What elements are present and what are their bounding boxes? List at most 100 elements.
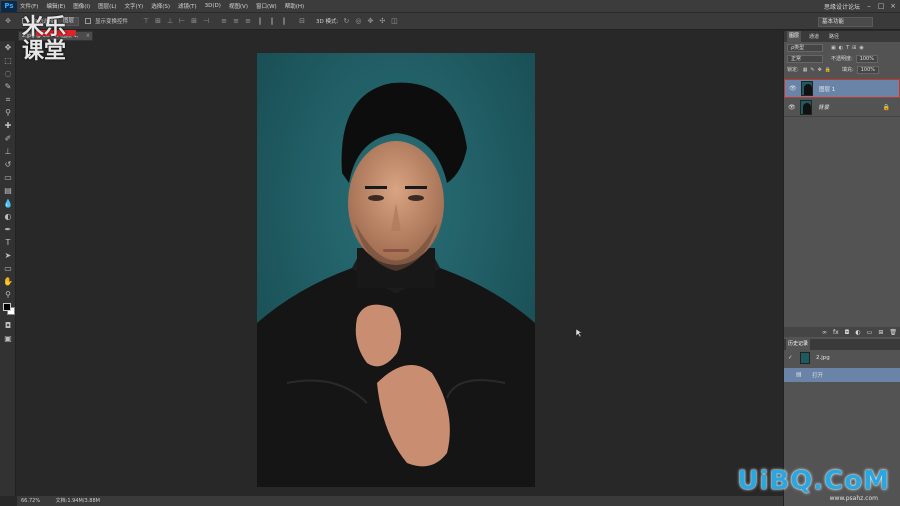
layer-row-background[interactable]: 👁 背景 🔒: [784, 98, 900, 117]
history-snapshot-row[interactable]: ✓ 2.jpg: [784, 351, 900, 365]
shape-tool-icon[interactable]: ▭: [0, 262, 16, 275]
visibility-eye-icon[interactable]: 👁: [788, 104, 796, 111]
visibility-eye-icon[interactable]: 👁: [789, 85, 797, 92]
photoshop-logo-icon[interactable]: Ps: [1, 0, 17, 12]
align-left-icon[interactable]: ⊢: [178, 17, 186, 25]
new-layer-icon[interactable]: ⊞: [878, 329, 883, 336]
layer-row-layer-1[interactable]: 👁 图层 1: [784, 79, 900, 98]
lock-icons[interactable]: ▦✎✥🔒: [803, 67, 834, 73]
eyedropper-tool-icon[interactable]: ⚲: [0, 106, 16, 119]
distribute-right-icon[interactable]: ‖: [280, 17, 288, 25]
show-transform-checkbox[interactable]: [85, 18, 92, 24]
history-state-row[interactable]: ▤ 打开: [784, 368, 900, 382]
workspace-dropdown[interactable]: 基本功能: [818, 17, 873, 27]
opacity-field[interactable]: 100%: [855, 54, 878, 63]
tab-paths[interactable]: 路径: [827, 33, 841, 40]
clone-stamp-tool-icon[interactable]: ⊥: [0, 145, 16, 158]
layer-thumbnail: [801, 81, 813, 96]
filter-icons[interactable]: ▣◐T⊞◉: [831, 45, 867, 51]
menu-type[interactable]: 文字(Y): [125, 2, 144, 10]
menu-filter[interactable]: 滤镜(T): [178, 2, 197, 10]
distribute-bottom-icon[interactable]: ≡: [244, 17, 252, 25]
menu-select[interactable]: 选择(S): [151, 2, 170, 10]
color-swatches[interactable]: [0, 301, 16, 319]
menu-3d[interactable]: 3D(D): [205, 3, 221, 9]
brand-line-1: 米乐: [22, 15, 67, 40]
layer-style-icon[interactable]: fx: [833, 329, 839, 336]
healing-brush-tool-icon[interactable]: ✚: [0, 119, 16, 132]
maximize-icon[interactable]: □: [876, 1, 886, 11]
canvas-area[interactable]: [17, 41, 783, 496]
new-group-icon[interactable]: ▭: [867, 329, 873, 336]
minimize-icon[interactable]: –: [864, 1, 874, 11]
arrow-cursor-icon: [575, 328, 583, 338]
blend-mode-dropdown[interactable]: 正常: [787, 54, 823, 63]
distribute-top-icon[interactable]: ≡: [220, 17, 228, 25]
brush-tool-icon[interactable]: ✐: [0, 132, 16, 145]
crop-tool-icon[interactable]: ⌗: [0, 93, 16, 106]
move-tool-icon[interactable]: ✥: [0, 41, 16, 54]
adjustment-layer-icon[interactable]: ◐: [855, 329, 860, 336]
auto-align-icon[interactable]: ⊟: [298, 17, 306, 25]
document-canvas-photo[interactable]: [257, 53, 535, 487]
menu-window[interactable]: 窗口(W): [256, 2, 277, 10]
zoom-tool-icon[interactable]: ⚲: [0, 288, 16, 301]
align-top-icon[interactable]: ⊤: [142, 17, 150, 25]
delete-layer-icon[interactable]: 🗑: [889, 329, 897, 336]
menu-image[interactable]: 图像(I): [73, 2, 90, 10]
layers-panel-footer: ∞ fx ◘ ◐ ▭ ⊞ 🗑: [784, 327, 900, 337]
3d-slide-icon[interactable]: ✣: [378, 17, 386, 25]
layer-name[interactable]: 图层 1: [819, 85, 835, 93]
distribute-left-icon[interactable]: ‖: [256, 17, 264, 25]
tab-layers[interactable]: 图层: [787, 31, 802, 42]
marquee-tool-icon[interactable]: ⬚: [0, 54, 16, 67]
brand-logo: 米乐 课堂: [22, 16, 82, 64]
align-bottom-icon[interactable]: ⊥: [166, 17, 174, 25]
history-state-name: 打开: [812, 373, 824, 379]
fill-label: 填充:: [842, 67, 854, 73]
tab-channels[interactable]: 通道: [807, 33, 821, 40]
align-vcenter-icon[interactable]: ⊞: [154, 17, 162, 25]
move-tool-icon[interactable]: ✥: [4, 17, 12, 25]
path-select-tool-icon[interactable]: ➤: [0, 249, 16, 262]
history-brush-tool-icon[interactable]: ↺: [0, 158, 16, 171]
quick-mask-icon[interactable]: ◘: [0, 319, 16, 332]
status-bar: 66.72% 文档:1.94M/3.88M: [17, 496, 783, 506]
zoom-readout[interactable]: 66.72%: [21, 498, 40, 504]
close-document-icon[interactable]: ×: [86, 32, 90, 40]
3d-rotate-icon[interactable]: ↻: [342, 17, 350, 25]
menu-view[interactable]: 视图(V): [229, 2, 248, 10]
align-right-icon[interactable]: ⊣: [202, 17, 210, 25]
tab-history[interactable]: 历史记录: [786, 339, 811, 350]
link-layers-icon[interactable]: ∞: [822, 329, 827, 336]
foreground-color-swatch[interactable]: [3, 303, 11, 311]
type-tool-icon[interactable]: T: [0, 236, 16, 249]
hand-tool-icon[interactable]: ✋: [0, 275, 16, 288]
gradient-tool-icon[interactable]: ▤: [0, 184, 16, 197]
lasso-tool-icon[interactable]: ◌: [0, 67, 16, 80]
layer-filter-dropdown[interactable]: ρ类型: [787, 43, 823, 52]
align-hcenter-icon[interactable]: ⊞: [190, 17, 198, 25]
3d-pan-icon[interactable]: ✥: [366, 17, 374, 25]
document-info: 文档:1.94M/3.88M: [55, 498, 100, 504]
layer-name[interactable]: 背景: [818, 103, 829, 111]
dodge-tool-icon[interactable]: ◐: [0, 210, 16, 223]
pen-tool-icon[interactable]: ✒: [0, 223, 16, 236]
3d-scale-icon[interactable]: ◫: [390, 17, 398, 25]
snapshot-source-icon[interactable]: ✓: [788, 355, 794, 361]
3d-roll-icon[interactable]: ◎: [354, 17, 362, 25]
quick-select-tool-icon[interactable]: ✎: [0, 80, 16, 93]
add-mask-icon[interactable]: ◘: [845, 329, 850, 336]
close-icon[interactable]: ×: [888, 1, 898, 11]
show-transform-label: 显示变换控件: [95, 19, 129, 25]
screen-mode-icon[interactable]: ▣: [0, 332, 16, 345]
menu-help[interactable]: 帮助(H): [285, 2, 304, 10]
menu-file[interactable]: 文件(F): [20, 2, 38, 10]
distribute-vcenter-icon[interactable]: ≡: [232, 17, 240, 25]
eraser-tool-icon[interactable]: ▭: [0, 171, 16, 184]
fill-field[interactable]: 100%: [856, 65, 880, 74]
menu-layer[interactable]: 图层(L): [98, 2, 116, 10]
distribute-hcenter-icon[interactable]: ‖: [268, 17, 276, 25]
blur-tool-icon[interactable]: 💧: [0, 197, 16, 210]
menu-edit[interactable]: 编辑(E): [46, 2, 65, 10]
